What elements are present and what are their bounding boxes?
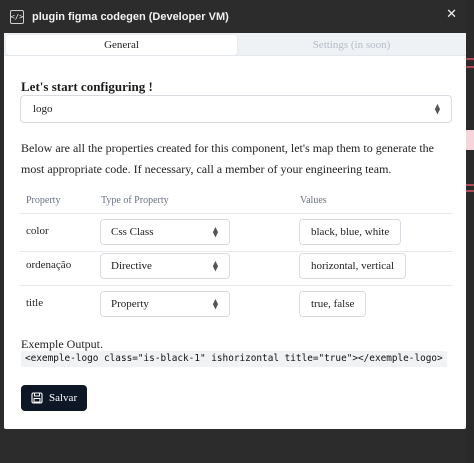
component-select[interactable]: logo ▲ ▼: [20, 95, 452, 123]
background-stripe: [466, 184, 474, 186]
type-select-value: Property: [111, 298, 149, 310]
row-property-color: color: [26, 225, 49, 237]
background-app-edge: [466, 0, 474, 463]
divider: [20, 285, 452, 286]
type-select-title[interactable]: Property ▲ ▼: [100, 291, 230, 317]
divider: [4, 55, 466, 56]
close-icon[interactable]: ✕: [446, 8, 457, 22]
chevron-up-down-icon: ▲ ▼: [212, 225, 219, 238]
save-button[interactable]: Salvar: [21, 385, 87, 411]
type-select-value: Css Class: [111, 226, 154, 238]
column-header-values: Values: [300, 195, 327, 206]
type-select-value: Directive: [111, 260, 152, 272]
row-property-ordenacao: ordenação: [26, 259, 72, 271]
column-header-property: Property: [26, 195, 61, 206]
plugin-window: </> plugin figma codegen (Developer VM) …: [0, 0, 466, 463]
plugin-content: General Settings (in soon) Let's start c…: [4, 33, 466, 429]
save-button-label: Salvar: [49, 392, 78, 404]
output-label: Exemple Output.: [21, 337, 103, 351]
background-stripe: [466, 58, 474, 60]
title-bar[interactable]: </> plugin figma codegen (Developer VM) …: [0, 0, 466, 33]
background-stripe: [466, 66, 474, 68]
tab-settings[interactable]: Settings (in soon): [237, 35, 466, 55]
chevron-up-down-icon: ▲ ▼: [212, 297, 219, 310]
type-select-color[interactable]: Css Class ▲ ▼: [100, 219, 230, 245]
chevron-up-down-icon: ▲ ▼: [434, 102, 441, 115]
values-field-title[interactable]: true, false: [299, 291, 367, 317]
background-highlight: [466, 130, 474, 150]
code-icon: </>: [10, 9, 24, 24]
chevron-up-down-icon: ▲ ▼: [212, 259, 219, 272]
values-field-color[interactable]: black, blue, white: [299, 219, 402, 245]
save-icon: [31, 392, 43, 404]
values-field-ordenacao[interactable]: horizontal, vertical: [299, 253, 407, 279]
tab-bar: General Settings (in soon): [4, 33, 466, 55]
window-title: plugin figma codegen (Developer VM): [32, 10, 229, 23]
section-heading: Let's start configuring !: [21, 79, 153, 94]
type-select-ordenacao[interactable]: Directive ▲ ▼: [100, 253, 230, 279]
description-text: Below are all the properties created for…: [21, 141, 435, 176]
tab-general[interactable]: General: [6, 35, 237, 55]
column-header-type: Type of Property: [101, 195, 169, 206]
component-select-value: logo: [33, 103, 53, 115]
divider: [20, 213, 452, 214]
row-property-title: title: [26, 297, 44, 309]
divider: [20, 251, 452, 252]
output-code: <exemple-logo class="is-black-1" ishoriz…: [21, 351, 447, 367]
background-stripe: [466, 190, 474, 192]
